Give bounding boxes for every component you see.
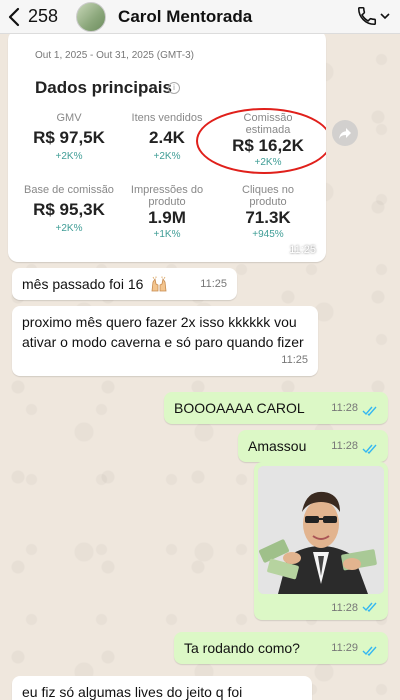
message-outgoing[interactable]: Ta rodando como? 11:29 [174,632,388,664]
contact-avatar[interactable] [76,1,107,32]
metric-gmv: GMV R$ 97,5K +2K% [21,112,117,162]
metric-delta: +2K% [55,223,83,234]
raised-hands-emoji [151,276,167,292]
phone-icon [357,6,377,26]
forward-arrow-icon [339,128,351,139]
message-outgoing[interactable]: BOOOAAAA CAROL 11:28 [164,392,388,424]
chat-header: 258 Carol Mentorada [0,0,400,34]
message-time: 11:25 [289,244,316,256]
message-time: 11:29 [331,642,358,654]
metric-value: 1.9M [148,208,186,227]
metric-value: 71.3K [245,208,291,227]
image-message-outgoing[interactable]: 11:28 [254,462,388,620]
message-text: Ta rodando como? [184,640,300,656]
metric-delta: +1K% [153,229,181,240]
section-title: Dados principais [35,78,172,97]
info-icon: i [168,82,180,94]
meme-photo [258,466,384,594]
analytics-screenshot: Out 1, 2025 - Out 31, 2025 (GMT-3) Dados… [11,34,326,258]
highlight-circle [196,108,326,174]
chevron-down-icon [380,13,390,20]
metric-value: R$ 95,3K [33,200,105,219]
contact-name[interactable]: Carol Mentorada [118,7,252,27]
metric-label: Impressões do produto [130,184,204,208]
message-time: 11:25 [200,278,227,290]
message-incoming[interactable]: proximo mês quero fazer 2x isso kkkkkk v… [12,306,318,376]
message-incoming[interactable]: mês passado foi 16 11:25 [12,268,237,300]
metric-label: Itens vendidos [131,112,203,124]
message-outgoing[interactable]: Amassou 11:28 [238,430,388,462]
metric-label: Cliques no produto [242,184,294,208]
forward-button[interactable] [332,120,358,146]
message-text: proximo mês quero fazer 2x isso kkkkkk v… [22,314,304,350]
metric-delta: +2K% [55,151,83,162]
metric-base-comissao: Base de comissão R$ 95,3K +2K% [21,184,117,234]
double-check-icon [362,406,378,416]
double-check-icon [362,602,378,612]
unread-count: 258 [28,6,59,26]
metric-cliques: Cliques no produto 71.3K +945% [217,184,319,240]
metric-value: R$ 97,5K [33,128,105,147]
message-time: 11:28 [331,602,358,614]
date-range: Out 1, 2025 - Out 31, 2025 (GMT-3) [35,50,194,61]
chevron-left-icon [8,7,20,26]
double-check-icon [362,646,378,656]
metric-label: Base de comissão [24,184,114,196]
call-button[interactable] [356,5,390,27]
double-check-icon [362,444,378,454]
back-button[interactable]: 258 [8,6,58,27]
message-time: 11:25 [281,354,308,366]
metric-delta: +945% [252,229,284,240]
metric-impressoes: Impressões do produto 1.9M +1K% [119,184,215,240]
message-text: mês passado foi 16 [22,276,144,292]
message-text: eu fiz só algumas lives do jeito q foi [22,684,243,700]
message-text: Amassou [248,438,307,454]
message-time: 11:28 [331,402,358,414]
metric-label: GMV [56,112,82,124]
message-time: 11:28 [331,440,358,452]
image-message[interactable]: Out 1, 2025 - Out 31, 2025 (GMT-3) Dados… [8,30,326,262]
message-text: BOOOAAAA CAROL [174,400,305,416]
message-incoming[interactable]: eu fiz só algumas lives do jeito q foi [12,676,312,700]
